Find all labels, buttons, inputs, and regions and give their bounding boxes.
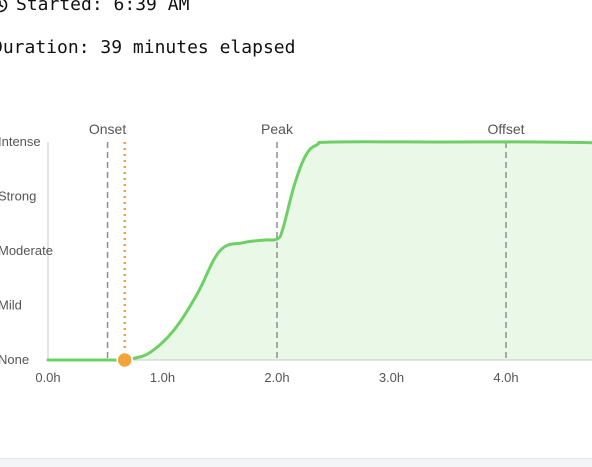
marker-label-peak: Peak (261, 121, 294, 137)
x-tick-label-2: 2.0h (264, 370, 289, 385)
y-level-label-none: None (0, 352, 29, 367)
effect-area-fill (48, 141, 592, 361)
y-level-label-intense: Intense (0, 134, 41, 149)
now-indicator-dot (116, 351, 133, 369)
x-tick-label-0: 0.0h (35, 370, 60, 385)
y-level-label-moderate: Moderate (0, 243, 53, 258)
y-level-label-strong: Strong (0, 189, 36, 204)
effect-timeline-chart: None Mild Moderate Strong Intense 0.0h 1.0h 2.0… (0, 121, 592, 385)
marker-label-onset: Onset (89, 121, 126, 137)
y-level-label-mild: Mild (0, 298, 22, 313)
marker-label-offset: Offset (487, 121, 524, 137)
x-tick-label-1: 1.0h (150, 370, 175, 385)
x-tick-label-4: 4.0h (493, 370, 518, 385)
x-tick-label-3: 3.0h (379, 370, 404, 385)
